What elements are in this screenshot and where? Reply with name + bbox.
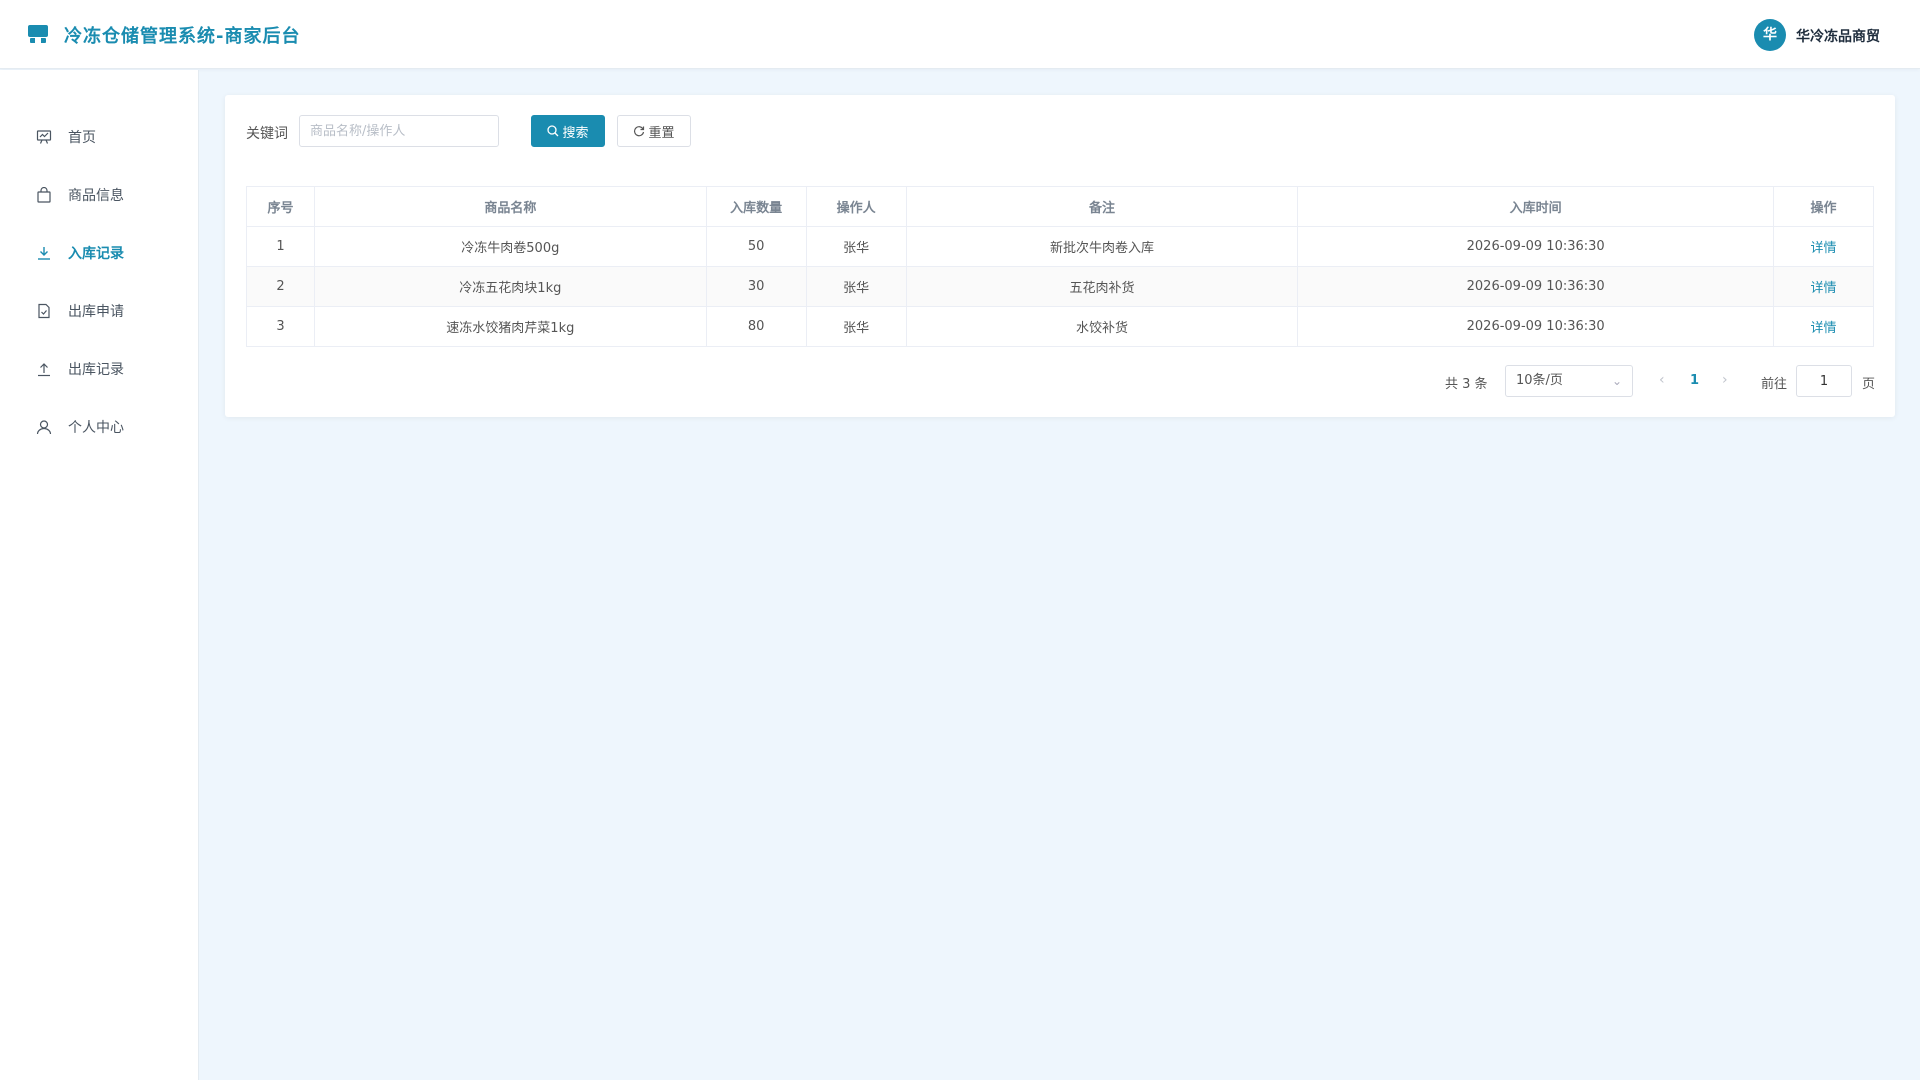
search-input[interactable] bbox=[299, 115, 499, 147]
prev-page-icon[interactable]: ‹ bbox=[1659, 372, 1665, 388]
reset-button-label: 重置 bbox=[648, 125, 675, 141]
cell-note: 五花肉补货 bbox=[905, 266, 1299, 307]
cell-index: 1 bbox=[246, 226, 315, 267]
pagination-total: 共 3 条 bbox=[1445, 377, 1488, 392]
table-row: 3 速冻水饺猪肉芹菜1kg 80 张华 水饺补货 2026-09-09 10:3… bbox=[246, 306, 1874, 347]
sidebar-item-profile[interactable]: 个人中心 bbox=[0, 405, 199, 449]
cell-index: 3 bbox=[246, 306, 315, 347]
cell-time: 2026-09-09 10:36:30 bbox=[1297, 266, 1775, 307]
cell-time: 2026-09-09 10:36:30 bbox=[1297, 306, 1775, 347]
column-header-index: 序号 bbox=[246, 186, 315, 227]
table-header-row: 序号 商品名称 入库数量 操作人 备注 入库时间 操作 bbox=[246, 186, 1874, 227]
sidebar-item-outbound-apply[interactable]: 出库申请 bbox=[0, 289, 199, 333]
user-name[interactable]: 华冷冻品商贸 bbox=[1796, 26, 1880, 46]
dashboard-icon bbox=[35, 128, 53, 146]
store-icon bbox=[28, 25, 48, 43]
sidebar-item-products[interactable]: 商品信息 bbox=[0, 173, 199, 217]
cell-action: 详情 bbox=[1773, 266, 1874, 307]
page-size-value: 10条/页 bbox=[1516, 373, 1563, 388]
page-size-select[interactable]: 10条/页 ⌄ bbox=[1505, 365, 1633, 397]
sidebar-item-outbound-records[interactable]: 出库记录 bbox=[0, 347, 199, 391]
sidebar-item-label: 出库记录 bbox=[68, 362, 124, 378]
column-header-name: 商品名称 bbox=[313, 186, 707, 227]
detail-link[interactable]: 详情 bbox=[1811, 321, 1837, 336]
refresh-icon bbox=[634, 126, 645, 137]
sidebar-item-label: 商品信息 bbox=[68, 188, 124, 204]
document-check-icon bbox=[35, 302, 53, 320]
cell-name: 冷冻牛肉卷500g bbox=[313, 226, 707, 267]
cell-quantity: 50 bbox=[705, 226, 807, 267]
avatar[interactable]: 华 bbox=[1754, 19, 1786, 51]
cell-time: 2026-09-09 10:36:30 bbox=[1297, 226, 1775, 267]
column-header-note: 备注 bbox=[905, 186, 1299, 227]
reset-button[interactable]: 重置 bbox=[617, 115, 691, 147]
column-header-time: 入库时间 bbox=[1297, 186, 1775, 227]
cell-index: 2 bbox=[246, 266, 315, 307]
sidebar-item-home[interactable]: 首页 bbox=[0, 115, 199, 159]
page-number-current[interactable]: 1 bbox=[1690, 373, 1699, 388]
sidebar-item-label: 个人中心 bbox=[68, 420, 124, 436]
cell-operator: 张华 bbox=[805, 266, 907, 307]
cell-operator: 张华 bbox=[805, 306, 907, 347]
table-row: 2 冷冻五花肉块1kg 30 张华 五花肉补货 2026-09-09 10:36… bbox=[246, 266, 1874, 307]
sidebar-item-inbound-records[interactable]: 入库记录 bbox=[0, 231, 199, 275]
search-button-label: 搜索 bbox=[562, 125, 589, 141]
goto-page-input[interactable] bbox=[1796, 365, 1852, 397]
pagination: 共 3 条 10条/页 ⌄ ‹ 1 › 前往 页 bbox=[225, 365, 1895, 397]
cell-note: 水饺补货 bbox=[905, 306, 1299, 347]
content-card: 关键词 搜索 重置 序号 商品名称 入库数量 操作人 备注 入库时间 操作 bbox=[225, 95, 1895, 417]
search-icon bbox=[547, 125, 559, 137]
cell-action: 详情 bbox=[1773, 226, 1874, 267]
cell-name: 冷冻五花肉块1kg bbox=[313, 266, 707, 307]
cell-note: 新批次牛肉卷入库 bbox=[905, 226, 1299, 267]
detail-link[interactable]: 详情 bbox=[1811, 241, 1837, 256]
sidebar-item-label: 入库记录 bbox=[68, 246, 124, 262]
inbound-table: 序号 商品名称 入库数量 操作人 备注 入库时间 操作 1 冷冻牛肉卷500g … bbox=[246, 186, 1874, 347]
app-title: 冷冻仓储管理系统-商家后台 bbox=[64, 26, 301, 47]
top-header: 冷冻仓储管理系统-商家后台 华 华冷冻品商贸 bbox=[0, 0, 1920, 69]
cell-quantity: 30 bbox=[705, 266, 807, 307]
chevron-down-icon: ⌄ bbox=[1611, 374, 1622, 388]
next-page-icon[interactable]: › bbox=[1722, 372, 1728, 388]
goto-label: 前往 bbox=[1761, 377, 1788, 392]
search-button[interactable]: 搜索 bbox=[531, 115, 605, 147]
shopping-bag-icon bbox=[35, 186, 53, 204]
user-icon bbox=[35, 418, 53, 436]
sidebar: 首页 商品信息 入库记录 出库申请 出库记录 个人中心 bbox=[0, 70, 199, 1080]
column-header-quantity: 入库数量 bbox=[705, 186, 807, 227]
download-icon bbox=[35, 244, 53, 262]
column-header-operator: 操作人 bbox=[805, 186, 907, 227]
sidebar-item-label: 出库申请 bbox=[68, 304, 124, 320]
cell-operator: 张华 bbox=[805, 226, 907, 267]
upload-icon bbox=[35, 360, 53, 378]
page-suffix-label: 页 bbox=[1862, 377, 1876, 392]
detail-link[interactable]: 详情 bbox=[1811, 281, 1837, 296]
column-header-action: 操作 bbox=[1773, 186, 1874, 227]
table-row: 1 冷冻牛肉卷500g 50 张华 新批次牛肉卷入库 2026-09-09 10… bbox=[246, 226, 1874, 267]
cell-name: 速冻水饺猪肉芹菜1kg bbox=[313, 306, 707, 347]
sidebar-item-label: 首页 bbox=[68, 130, 96, 146]
cell-quantity: 80 bbox=[705, 306, 807, 347]
keyword-label: 关键词 bbox=[246, 126, 288, 142]
cell-action: 详情 bbox=[1773, 306, 1874, 347]
